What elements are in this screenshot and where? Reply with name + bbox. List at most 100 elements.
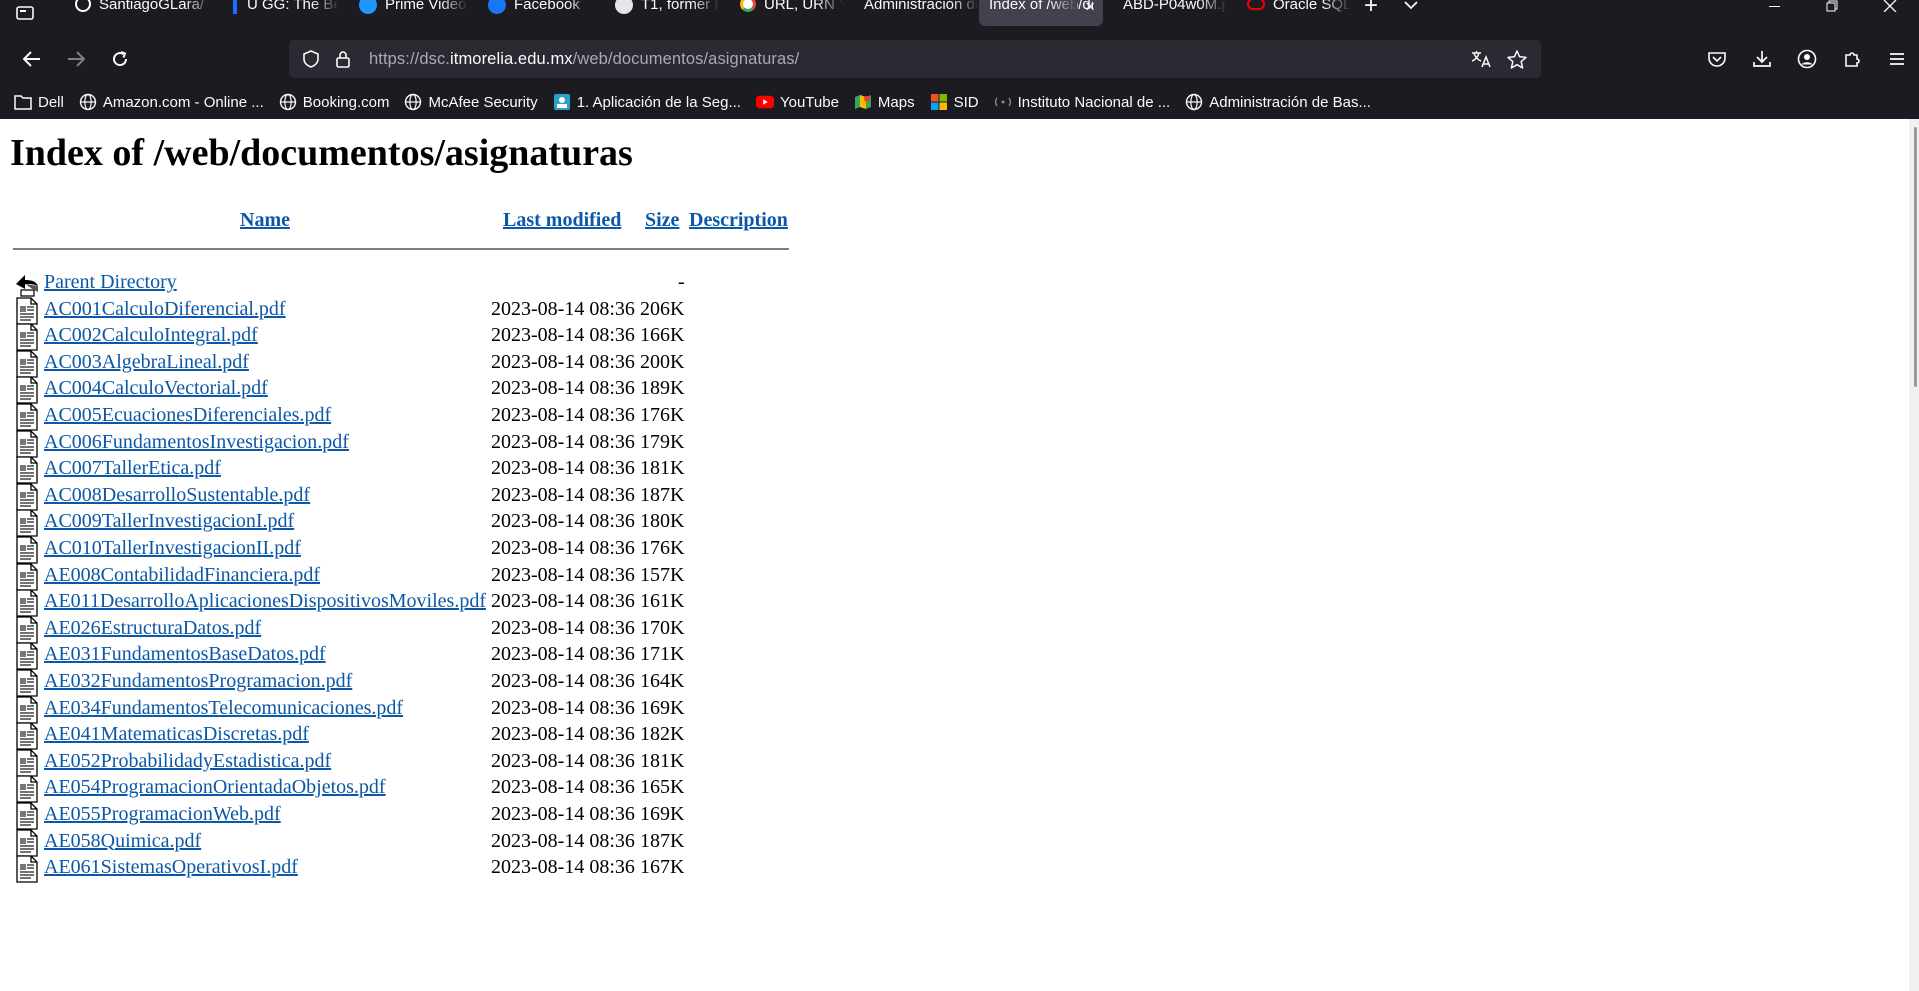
sort-by-description-link[interactable]: Description xyxy=(689,209,788,232)
file-link[interactable]: AE061SistemasOperativosI.pdf xyxy=(44,856,298,879)
sort-by-last-modified-link[interactable]: Last modified xyxy=(503,209,621,232)
bookmark-item-10[interactable]: Administración de Bas... xyxy=(1185,93,1371,111)
list-all-tabs-button[interactable] xyxy=(1391,0,1431,26)
file-link[interactable]: AE026EstructuraDatos.pdf xyxy=(44,617,261,640)
bookmark-item-4[interactable]: McAfee Security xyxy=(404,93,538,111)
close-window-button[interactable] xyxy=(1861,0,1919,26)
tab-2[interactable]: U GG: The Best xyxy=(213,0,339,26)
file-link[interactable]: AC004CalculoVectorial.pdf xyxy=(44,377,268,400)
arrow-right-icon xyxy=(68,51,85,67)
globe-icon xyxy=(279,93,297,111)
file-link[interactable]: AC002CalculoIntegral.pdf xyxy=(44,324,258,347)
firefox-view-button[interactable] xyxy=(0,0,50,26)
sort-by-name-link[interactable]: Name xyxy=(240,209,290,232)
chevron-down-icon xyxy=(1404,1,1418,10)
bookmark-item-1[interactable]: Dell xyxy=(14,93,64,111)
sort-by-size-link[interactable]: Size xyxy=(645,209,679,232)
last-modified: 2023-08-14 08:36 xyxy=(491,723,635,746)
url-path: /web/documentos/asignaturas/ xyxy=(572,49,800,68)
reload-button[interactable] xyxy=(98,41,142,77)
last-modified: 2023-08-14 08:36 xyxy=(491,350,635,373)
tab-4[interactable]: Facebook xyxy=(468,0,595,26)
file-link[interactable]: AE011DesarrolloAplicacionesDispositivosM… xyxy=(44,590,486,613)
file-link[interactable]: AE055ProgramacionWeb.pdf xyxy=(44,803,281,826)
firefox-view-icon xyxy=(16,6,34,20)
bookmark-label: Amazon.com - Online ... xyxy=(102,93,264,111)
tab-6[interactable]: URL, URN Y UR xyxy=(720,0,844,26)
extensions-button[interactable] xyxy=(1829,41,1874,77)
tab-10[interactable]: Oracle SQL Dev xyxy=(1227,0,1351,26)
bookmark-item-9[interactable]: Instituto Nacional de ... xyxy=(994,93,1171,111)
page-scrollbar[interactable] xyxy=(1909,119,1919,991)
download-icon xyxy=(1752,51,1771,67)
bookmark-label: Instituto Nacional de ... xyxy=(1017,93,1171,111)
restore-button[interactable] xyxy=(1803,0,1861,26)
translate-button[interactable] xyxy=(1463,50,1499,68)
file-link[interactable]: AC003AlgebraLineal.pdf xyxy=(44,351,249,374)
file-size: 169K xyxy=(640,696,685,719)
page-title: Index of /web/documentos/asignaturas xyxy=(10,132,633,174)
file-link[interactable]: AE031FundamentosBaseDatos.pdf xyxy=(44,643,326,666)
downloads-button[interactable] xyxy=(1739,41,1784,77)
tracking-protection-button[interactable] xyxy=(295,50,327,68)
last-modified: 2023-08-14 08:36 xyxy=(491,776,635,799)
file-link[interactable]: AC008DesarrolloSustentable.pdf xyxy=(44,484,310,507)
file-size: 157K xyxy=(640,563,685,586)
file-link[interactable]: AC006FundamentosInvestigacion.pdf xyxy=(44,431,349,454)
file-size: 164K xyxy=(640,670,685,692)
file-link[interactable]: AC007TallerEtica.pdf xyxy=(44,457,221,480)
window-controls xyxy=(1745,0,1919,26)
globe-icon xyxy=(404,93,422,111)
file-link[interactable]: AE008ContabilidadFinanciera.pdf xyxy=(44,564,320,587)
file-size: 169K xyxy=(640,803,685,825)
file-link[interactable]: AC001CalculoDiferencial.pdf xyxy=(44,298,286,321)
account-button[interactable] xyxy=(1784,41,1829,77)
minimize-button[interactable] xyxy=(1745,0,1803,26)
url-text[interactable]: https://dsc.itmorelia.edu.mx/web/documen… xyxy=(369,50,799,69)
file-size: 176K xyxy=(640,404,685,426)
file-link[interactable]: AE058Quimica.pdf xyxy=(44,830,201,853)
tab-strip: SantiagoGLara/U GG: The BestPrime Video:… xyxy=(0,0,1919,26)
file-link[interactable]: AE052ProbabilidadyEstadistica.pdf xyxy=(44,750,331,773)
account-icon xyxy=(1797,49,1816,69)
bookmark-item-3[interactable]: Booking.com xyxy=(279,93,389,111)
site-info-button[interactable] xyxy=(327,50,359,68)
new-tab-button[interactable]: + xyxy=(1351,0,1391,26)
maps-icon xyxy=(854,93,872,111)
tab-3[interactable]: Prime Video: IN xyxy=(339,0,468,26)
file-link[interactable]: AE034FundamentosTelecomunicaciones.pdf xyxy=(44,697,403,720)
bookmark-label: McAfee Security xyxy=(428,93,538,111)
file-link[interactable]: AC010TallerInvestigacionII.pdf xyxy=(44,537,301,560)
tab-7[interactable]: Administración de xyxy=(844,0,979,26)
tab-1[interactable]: SantiagoGLara/ xyxy=(55,0,213,26)
bookmark-item-7[interactable]: Maps xyxy=(854,93,915,111)
tab-8[interactable]: Index of /web/do × xyxy=(979,0,1103,26)
tab-9[interactable]: ABD-P04w0M.pdf xyxy=(1103,0,1227,26)
parent-directory-link[interactable]: Parent Directory xyxy=(44,271,177,294)
bookmark-item-5[interactable]: 1. Aplicación de la Seg... xyxy=(553,93,741,111)
bookmark-item-6[interactable]: YouTube xyxy=(755,93,839,111)
shield-icon xyxy=(303,50,319,68)
last-modified: 2023-08-14 08:36 xyxy=(491,563,635,586)
address-bar[interactable]: https://dsc.itmorelia.edu.mx/web/documen… xyxy=(289,40,1541,78)
bookmark-item-8[interactable]: SID xyxy=(930,93,979,111)
ugg-icon xyxy=(233,0,237,14)
close-tab-icon[interactable]: × xyxy=(1085,0,1095,17)
reload-icon xyxy=(113,51,128,67)
pocket-button[interactable] xyxy=(1694,41,1739,77)
forward-button[interactable] xyxy=(54,41,98,77)
tab-5[interactable]: T1, former Fnat xyxy=(595,0,720,26)
file-link[interactable]: AC005EcuacionesDiferenciales.pdf xyxy=(44,404,331,427)
app-menu-button[interactable] xyxy=(1874,41,1919,77)
file-link[interactable]: AE041MatematicasDiscretas.pdf xyxy=(44,723,309,746)
bookmark-star-button[interactable] xyxy=(1499,49,1535,69)
file-link[interactable]: AE054ProgramacionOrientadaObjetos.pdf xyxy=(44,776,386,799)
tab-title-fade xyxy=(1199,0,1227,26)
file-link[interactable]: AE032FundamentosProgramacion.pdf xyxy=(44,670,352,693)
back-button[interactable] xyxy=(10,41,54,77)
scrollbar-thumb[interactable] xyxy=(1914,127,1917,387)
address-bar-actions xyxy=(1463,40,1535,78)
bookmark-item-2[interactable]: Amazon.com - Online ... xyxy=(79,93,264,111)
file-link[interactable]: AC009TallerInvestigacionI.pdf xyxy=(44,510,294,533)
tab-title-fade xyxy=(1323,0,1351,26)
